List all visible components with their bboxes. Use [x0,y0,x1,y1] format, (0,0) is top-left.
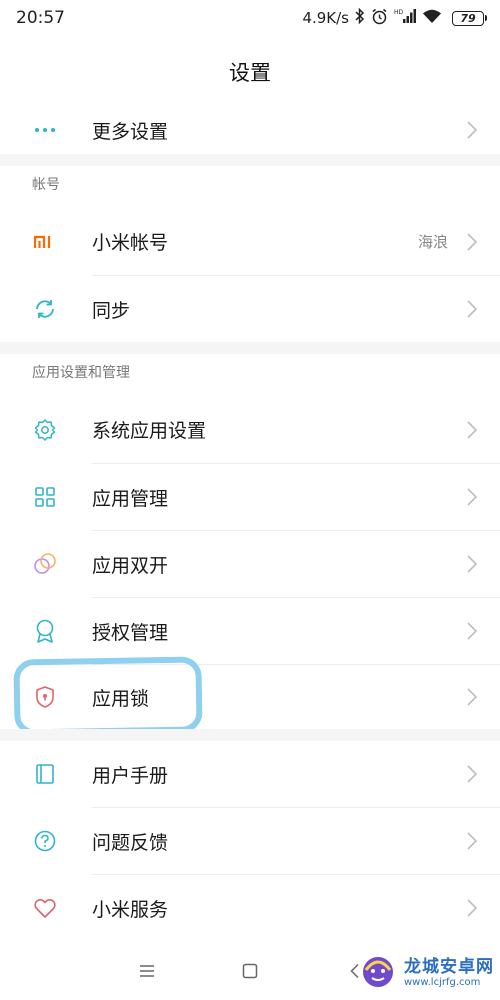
chevron-right-icon [467,232,478,251]
section-header-apps: 应用设置和管理 [0,354,500,396]
chevron-right-icon [467,832,478,850]
list-item-label: 系统应用设置 [92,420,207,442]
chevron-right-icon [467,300,478,318]
section-header-account: 帐号 [0,166,500,208]
chevron-right-icon [467,765,478,783]
highlight-annotation [13,656,203,736]
list-item-label: 更多设置 [92,120,169,143]
watermark-logo-icon [363,957,393,987]
chevron-right-icon [467,622,478,640]
watermark-url: www.lcjrfg.com [404,977,481,988]
mi-logo-icon [32,229,58,255]
page-title-bar: 设置 [0,36,500,108]
list-item-label: 小米帐号 [92,232,169,254]
list-item-label: 同步 [92,299,131,322]
list-item-label: 应用双开 [92,554,169,577]
network-type: HD [394,9,404,16]
signal-icon: HD [394,8,416,28]
list-item-mi-services[interactable]: 小米服务 [0,875,500,941]
heart-icon [32,895,58,921]
list-item-more-settings[interactable]: 更多设置 [0,106,500,154]
list-item-label: 用户手册 [92,764,169,787]
bluetooth-icon [355,7,365,28]
list-item-feedback[interactable]: 问题反馈 [0,808,500,874]
chevron-right-icon [467,899,478,917]
battery-indicator: 79 [452,10,487,26]
page-title: 设置 [229,61,271,85]
list-item-mi-account[interactable]: 小米帐号 海浪 [0,208,500,275]
chevron-right-icon [467,420,478,439]
list-item-label: 授权管理 [92,621,169,644]
list-item-label: 问题反馈 [92,831,169,854]
watermark: 龙城安卓网 www.lcjrfg.com [358,950,494,990]
list-item-label: 小米服务 [92,898,169,921]
list-item-system-app-settings[interactable]: 系统应用设置 [0,396,500,463]
chevron-right-icon [467,121,478,139]
section-separator [0,342,500,354]
grid-icon [32,484,58,510]
list-item-dual-apps[interactable]: 应用双开 [0,531,500,597]
list-item-permissions[interactable]: 授权管理 [0,598,500,664]
list-item-app-management[interactable]: 应用管理 [0,464,500,530]
status-bar: 20:57 4.9K/s HD 79 [0,0,500,36]
section-title: 应用设置和管理 [32,365,130,381]
network-speed: 4.9K/s [302,9,349,27]
book-icon [32,761,58,787]
gear-icon [32,417,58,443]
list-item-sync[interactable]: 同步 [0,276,500,342]
list-item-label: 应用管理 [92,487,169,510]
section-separator [0,154,500,166]
section-separator [0,729,500,741]
badge-icon [32,618,58,644]
wifi-icon [422,8,442,28]
more-dots-icon [32,117,58,143]
home-square-icon[interactable] [235,956,265,986]
alarm-icon [371,8,388,29]
menu-icon[interactable] [132,956,162,986]
sync-icon [32,296,58,322]
status-indicators: 4.9K/s HD 79 [302,7,487,29]
chevron-right-icon [467,488,478,506]
question-icon [32,828,58,854]
chevron-right-icon [467,555,478,573]
watermark-title: 龙城安卓网 [404,957,494,977]
dual-circles-icon [32,551,58,577]
chevron-right-icon [467,688,478,706]
status-time: 20:57 [16,8,65,28]
section-title: 帐号 [32,177,60,193]
list-item-value: 海浪 [417,233,448,251]
list-item-user-manual[interactable]: 用户手册 [0,741,500,807]
